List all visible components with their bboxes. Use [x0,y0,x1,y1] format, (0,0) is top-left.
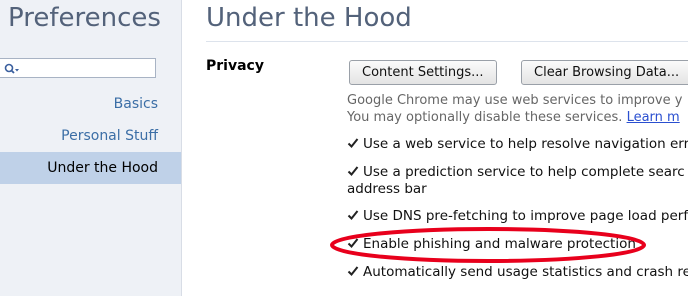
app-title: Preferences [8,3,161,33]
search-icon[interactable] [4,62,20,76]
search-box[interactable] [0,58,156,78]
privacy-description-line1: Google Chrome may use web services to im… [347,93,683,108]
option-label: Use a web service to help resolve naviga… [363,136,688,152]
checkbox-checked-icon[interactable] [347,237,359,249]
sidebar-item-under-the-hood[interactable]: Under the Hood [0,152,181,184]
search-input[interactable] [22,60,150,76]
checkbox-checked-icon[interactable] [347,209,359,221]
checkbox-checked-icon[interactable] [347,137,359,149]
option-dns-prefetching[interactable]: Use DNS pre-fetching to improve page loa… [347,208,688,225]
page-title: Under the Hood [206,3,412,33]
option-label: Use a prediction service to help complet… [363,164,685,180]
privacy-description-text: You may optionally disable these service… [347,110,619,125]
privacy-section-label: Privacy [206,58,264,74]
option-label: Use DNS pre-fetching to improve page loa… [363,208,688,224]
sidebar-item-basics[interactable]: Basics [0,88,181,120]
content-settings-button[interactable]: Content Settings... [349,60,497,85]
option-label: Automatically send usage statistics and … [363,264,688,280]
clear-browsing-data-button[interactable]: Clear Browsing Data... [521,60,688,85]
option-navigation-errors[interactable]: Use a web service to help resolve naviga… [347,136,688,153]
option-label: Enable phishing and malware protection [363,236,636,252]
sidebar-item-personal-stuff[interactable]: Personal Stuff [0,120,181,152]
option-prediction-service[interactable]: Use a prediction service to help complet… [347,164,685,181]
option-usage-statistics[interactable]: Automatically send usage statistics and … [347,264,688,281]
checkbox-checked-icon[interactable] [347,165,359,177]
learn-more-link[interactable]: Learn m [627,110,680,125]
privacy-description-line2: You may optionally disable these service… [347,110,680,125]
option-label-continued: address bar [347,181,427,197]
option-phishing-protection[interactable]: Enable phishing and malware protection [347,236,636,253]
checkbox-checked-icon[interactable] [347,265,359,277]
title-divider [206,41,688,42]
sidebar: Preferences Basics Personal Stuff Under … [0,0,182,296]
